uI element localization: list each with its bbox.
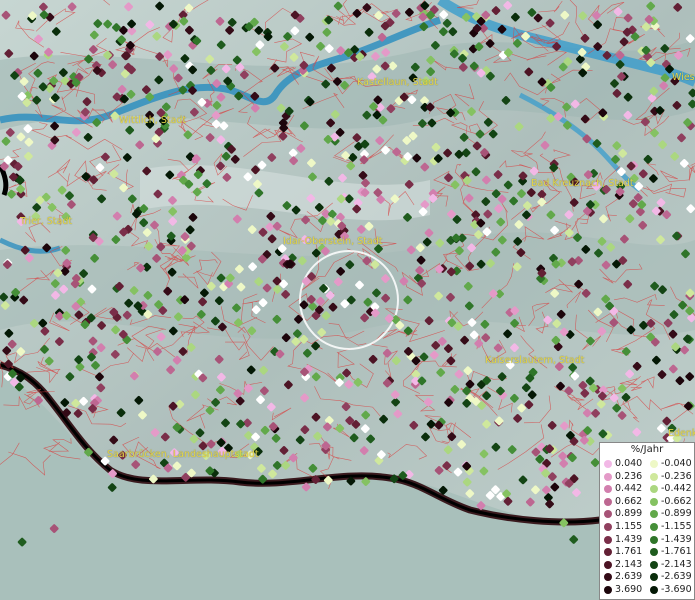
legend-value: 1.761 <box>615 546 643 558</box>
legend-value: 2.639 <box>615 571 643 583</box>
legend-value: -2.143 <box>661 558 692 570</box>
legend: %/Jahr 0.040 -0.040 0.236 -0.236 0.442 -0.442… <box>599 442 695 600</box>
legend-swatch <box>604 560 612 569</box>
legend-value: 3.690 <box>615 584 643 595</box>
city-label: Wies <box>672 72 695 83</box>
legend-swatch <box>604 573 612 582</box>
legend-swatch <box>650 497 658 506</box>
legend-title: %/Jahr <box>630 444 664 455</box>
legend-swatch <box>650 485 658 494</box>
legend-value: -1.155 <box>661 521 692 532</box>
legend-value: 1.155 <box>615 521 643 532</box>
legend-swatch <box>650 573 658 582</box>
city-label: Edenk <box>668 428 695 439</box>
legend-value: 0.899 <box>615 508 643 520</box>
legend-value: -0.236 <box>661 470 692 482</box>
city-label: Wittlich, Stadt <box>119 115 187 126</box>
legend-swatch <box>650 460 658 468</box>
legend-value: -3.690 <box>661 584 692 595</box>
city-label: Kastellaun, Stadt <box>357 77 438 88</box>
legend-swatch <box>604 548 612 557</box>
city-label: Kaiserslautern, Stadt <box>485 355 585 366</box>
legend-value: 0.040 <box>615 458 643 469</box>
legend-swatch <box>604 510 612 519</box>
legend-value: -0.040 <box>661 458 692 469</box>
city-label: Trier, Stadt <box>20 216 73 227</box>
legend-swatch <box>650 560 658 569</box>
legend-swatch <box>604 485 612 494</box>
legend-value: -1.761 <box>661 546 692 558</box>
legend-swatch <box>650 548 658 557</box>
city-label: Bad Kreuznach, Stadt <box>531 178 634 189</box>
legend-value: -2.639 <box>661 571 692 583</box>
legend-value: 0.442 <box>615 483 643 495</box>
legend-swatch <box>650 535 658 544</box>
city-label: Saarbrücken, Landeshauptstadt <box>107 449 259 460</box>
legend-swatch <box>604 472 612 481</box>
terrain-layer <box>0 0 695 600</box>
legend-swatch <box>604 497 612 506</box>
city-label: Idar-Oberstein, Stadt <box>283 236 383 247</box>
legend-swatch <box>650 586 658 594</box>
legend-swatch <box>650 510 658 519</box>
legend-swatch <box>604 523 612 531</box>
legend-swatch <box>604 535 612 544</box>
legend-swatch <box>650 523 658 531</box>
legend-value: 2.143 <box>615 558 643 570</box>
legend-swatch <box>604 586 612 594</box>
legend-value: -1.439 <box>661 533 692 545</box>
legend-value: 0.236 <box>615 470 643 482</box>
legend-value: 1.439 <box>615 533 643 545</box>
legend-value: -0.899 <box>661 508 692 520</box>
legend-swatch <box>650 472 658 481</box>
legend-value: -0.442 <box>661 483 692 495</box>
legend-swatch <box>604 460 612 468</box>
legend-value: 0.662 <box>615 495 643 507</box>
map-canvas[interactable]: Kastellaun, Stadt Wittlich, Stadt Bad Kr… <box>0 0 695 600</box>
legend-value: -0.662 <box>661 495 692 507</box>
